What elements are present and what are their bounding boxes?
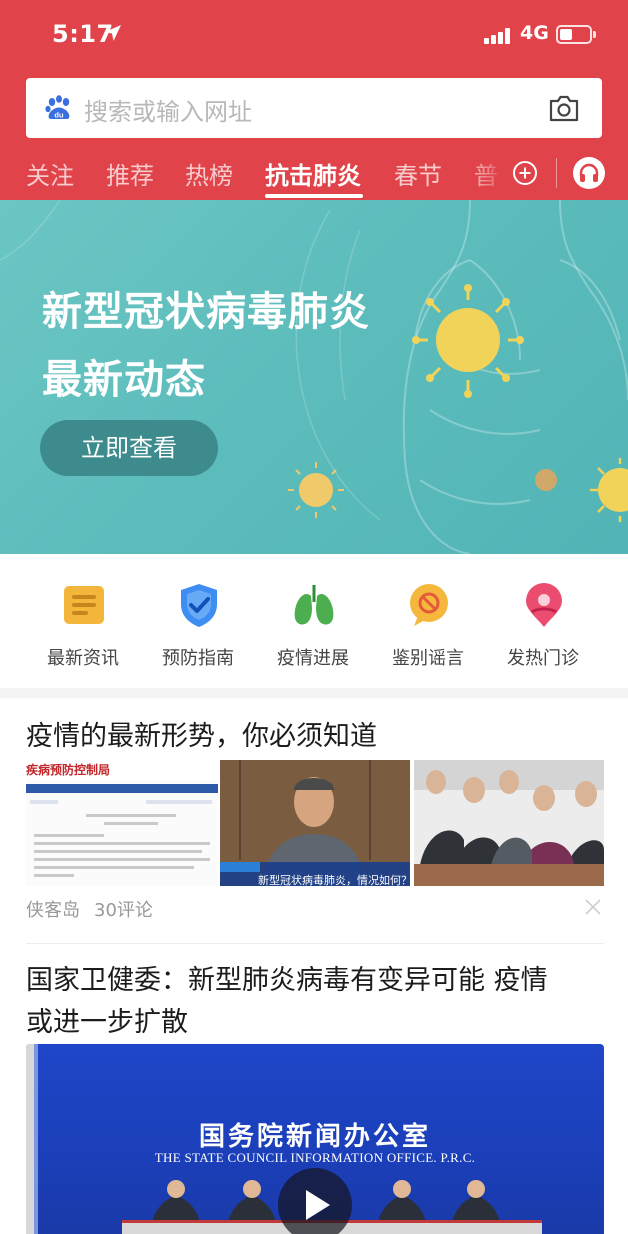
thumbnail-interview	[220, 760, 410, 886]
video-banner-cn: 国务院新闻办公室	[198, 1122, 431, 1152]
battery-icon	[556, 25, 592, 44]
location-pin-icon	[526, 583, 562, 627]
quick-entry-label: 发热门诊	[507, 648, 579, 669]
news-icon	[64, 586, 104, 624]
quick-entry-label: 最新资讯	[47, 648, 119, 669]
signal-icon	[484, 28, 512, 44]
feed-item-meta: 侠客岛 30评论	[26, 896, 167, 922]
status-bar: 5:17 4G	[0, 0, 628, 70]
svg-text:du: du	[54, 111, 64, 120]
network-type: 4G	[520, 22, 549, 44]
virus-icon-large	[412, 284, 524, 398]
feed-divider	[26, 943, 604, 944]
view-now-button[interactable]: 立即查看	[40, 420, 218, 476]
banner-title: 新型冠状病毒肺炎 最新动态	[42, 278, 370, 414]
virus-icon-small	[288, 462, 344, 518]
banner-title-line2: 最新动态	[42, 357, 206, 403]
header: 5:17 4G du 搜索或输入网址 关注 推荐 热榜 抗击肺炎 春节	[0, 0, 628, 200]
prohibited-icon	[410, 584, 448, 626]
section-separator	[0, 688, 628, 698]
close-icon[interactable]	[584, 898, 602, 916]
play-button[interactable]	[278, 1168, 352, 1234]
thumbnail-document	[26, 760, 218, 886]
thumbnail-meeting	[414, 760, 604, 886]
quick-entry-latest-news[interactable]: 最新资讯	[26, 582, 140, 682]
quick-entry-label: 鉴别谣言	[392, 648, 464, 669]
camera-icon[interactable]	[548, 93, 580, 123]
headphone-icon[interactable]	[572, 156, 606, 190]
quick-entry-fever-clinic[interactable]: 发热门诊	[486, 582, 600, 682]
feed-item-title-2[interactable]: 国家卫健委：新型肺炎病毒有变异可能 疫情 或进一步扩散	[26, 960, 548, 1044]
quick-entry-epidemic-progress[interactable]: 疫情进展	[256, 582, 370, 682]
quick-entry-label: 预防指南	[162, 648, 234, 669]
tab-divider	[556, 158, 557, 188]
quick-entry-label: 疫情进展	[277, 648, 349, 669]
app-screen: 5:17 4G du 搜索或输入网址 关注 推荐 热榜 抗击肺炎 春节 新型冠状…	[0, 0, 628, 1234]
shield-check-icon	[181, 584, 217, 627]
feed-item-thumbnails[interactable]: 疾病预防控制局 新型冠状病毒肺炎，情况如何？	[26, 760, 604, 887]
thumbnail-doc-header: 疾病预防控制局	[26, 763, 111, 777]
feed-video[interactable]: 国务院新闻办公室 THE STATE COUNCIL INFORMATION O…	[26, 1044, 604, 1234]
quick-entry-prevention-guide[interactable]: 预防指南	[141, 582, 255, 682]
tab-fade	[468, 148, 508, 200]
add-channel-icon[interactable]	[512, 160, 538, 186]
tab-follow[interactable]: 关注	[26, 156, 74, 191]
banner-title-line1: 新型冠状病毒肺炎	[42, 289, 370, 335]
battery-tip	[593, 31, 596, 38]
tab-spring-festival[interactable]: 春节	[394, 156, 442, 191]
virus-icon-edge	[590, 458, 628, 522]
quick-entry-bar: 最新资讯 预防指南 疫情进展 鉴别谣言 发热门诊	[0, 554, 628, 688]
search-bar[interactable]: du 搜索或输入网址	[26, 78, 602, 138]
baidu-paw-icon: du	[45, 95, 70, 120]
feed-item-title-line2: 或进一步扩散	[26, 1007, 188, 1038]
thumbnail-video-caption: 新型冠状病毒肺炎，情况如何？	[258, 874, 412, 887]
feed-item-title-line1: 国家卫健委：新型肺炎病毒有变异可能 疫情	[26, 965, 548, 996]
feed-item-source[interactable]: 侠客岛	[26, 900, 80, 921]
search-input[interactable]: 搜索或输入网址	[84, 92, 252, 127]
tab-fight-pneumonia[interactable]: 抗击肺炎	[265, 156, 361, 191]
play-icon	[306, 1190, 330, 1220]
location-arrow-icon	[105, 25, 121, 41]
active-tab-indicator	[265, 194, 363, 198]
feed-item-title[interactable]: 疫情的最新形势，你必须知道	[26, 716, 377, 758]
epidemic-banner[interactable]: 新型冠状病毒肺炎 最新动态 立即查看	[0, 200, 628, 554]
channel-tabs: 关注 推荐 热榜 抗击肺炎 春节 普	[0, 148, 628, 200]
tab-hot-list[interactable]: 热榜	[185, 156, 233, 191]
video-banner-en: THE STATE COUNCIL INFORMATION OFFICE. P.…	[154, 1150, 476, 1165]
quick-entry-rumor-check[interactable]: 鉴别谣言	[371, 582, 485, 682]
feed-item-comments[interactable]: 30评论	[94, 900, 153, 921]
lungs-icon	[294, 585, 334, 625]
tab-recommend[interactable]: 推荐	[106, 156, 154, 191]
